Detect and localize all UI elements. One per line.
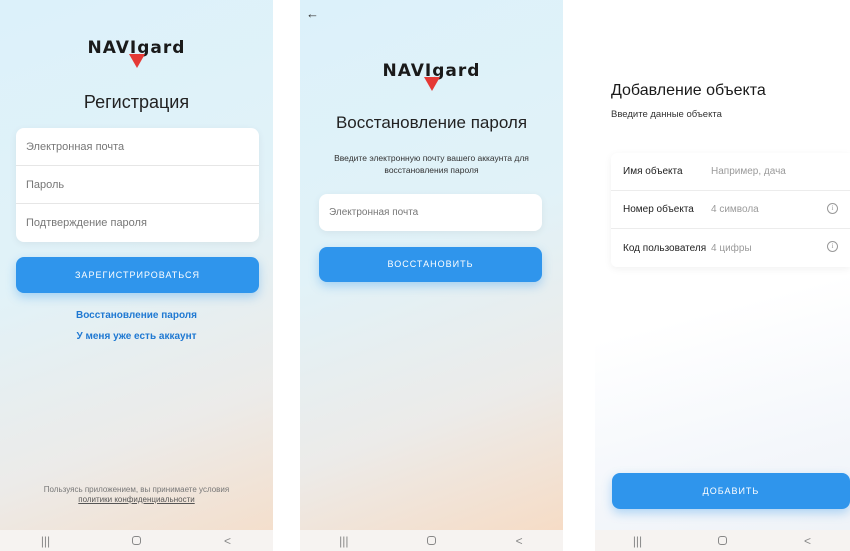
user-code-row[interactable]: Код пользователя 4 цифры i <box>611 229 850 267</box>
object-number-row[interactable]: Номер объекта 4 символа i <box>611 191 850 229</box>
add-object-screen: Добавление объекта Введите данные объект… <box>595 0 850 551</box>
email-field[interactable]: Электронная почта <box>319 194 542 231</box>
info-icon[interactable]: i <box>827 241 838 252</box>
object-name-input[interactable]: Например, дача <box>711 166 786 177</box>
row-label: Номер объекта <box>623 204 694 215</box>
home-icon <box>132 535 141 545</box>
add-object-button[interactable]: ДОБАВИТЬ <box>612 473 850 509</box>
confirm-password-field[interactable]: Подтверждение пароля <box>16 204 259 242</box>
email-placeholder: Электронная почта <box>329 207 419 218</box>
password-recovery-screen: ← NAVIgard Восстановление пароля Введите… <box>300 0 563 551</box>
back-button[interactable]: < <box>208 534 248 548</box>
user-code-input[interactable]: 4 цифры <box>711 243 752 254</box>
privacy-policy-link[interactable]: политики конфиденциальности <box>0 495 273 504</box>
navigard-logo: NAVIgard <box>80 34 194 74</box>
terms-text: Пользуясь приложением, вы принимаете усл… <box>43 485 230 494</box>
logo-triangle-icon <box>423 77 440 91</box>
object-name-row[interactable]: Имя объекта Например, дача <box>611 153 850 191</box>
arrow-left-icon[interactable]: ← <box>306 6 319 21</box>
back-button[interactable]: < <box>788 534 828 548</box>
recover-description: Введите электронную почту вашего аккаунт… <box>334 153 529 175</box>
page-title: Регистрация <box>83 92 190 112</box>
row-label: Имя объекта <box>623 166 683 177</box>
recent-apps-button[interactable]: ||| <box>26 534 66 548</box>
navigard-logo: NAVIgard <box>375 57 489 97</box>
row-label: Код пользователя <box>623 242 707 254</box>
info-icon[interactable]: i <box>827 203 838 214</box>
page-title: Добавление объекта <box>611 82 766 99</box>
recover-password-link[interactable]: Восстановление пароля <box>0 310 273 321</box>
home-button[interactable] <box>117 534 157 548</box>
system-navbar: ||| < <box>0 530 273 551</box>
registration-screen: NAVIgard Регистрация Электронная почта П… <box>0 0 273 551</box>
email-field[interactable]: Электронная почта <box>16 128 259 166</box>
home-icon <box>718 535 727 545</box>
password-field[interactable]: Пароль <box>16 166 259 204</box>
recover-button[interactable]: ВОССТАНОВИТЬ <box>319 247 542 282</box>
page-subtitle: Введите данные объекта <box>611 109 722 120</box>
home-button[interactable] <box>703 534 743 548</box>
logo-triangle-icon <box>128 54 145 68</box>
object-number-input[interactable]: 4 символа <box>711 204 759 215</box>
page-title: Восстановление пароля <box>335 113 528 132</box>
registration-form-card: Электронная почта Пароль Подтверждение п… <box>16 128 259 242</box>
have-account-link[interactable]: У меня уже есть аккаунт <box>0 331 273 342</box>
register-button[interactable]: ЗАРЕГИСТРИРОВАТЬСЯ <box>16 257 259 293</box>
object-form-card: Имя объекта Например, дача Номер объекта… <box>611 153 850 267</box>
system-navbar: ||| < <box>595 530 850 551</box>
recent-apps-button[interactable]: ||| <box>618 534 658 548</box>
